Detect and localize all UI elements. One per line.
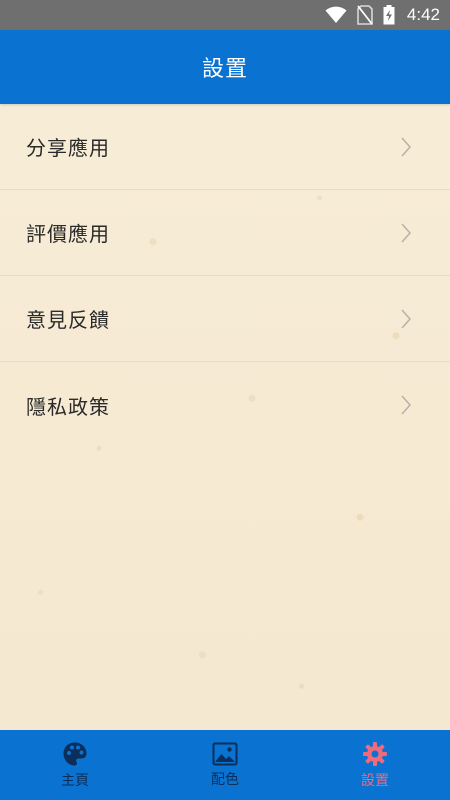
- status-bar: 4:42: [0, 0, 450, 30]
- chevron-right-icon: [400, 136, 412, 158]
- palette-icon: [62, 741, 88, 770]
- status-icons: 4:42: [325, 0, 440, 30]
- tab-label: 設置: [361, 772, 389, 789]
- tab-settings[interactable]: 設置: [300, 730, 450, 800]
- tab-home[interactable]: 主頁: [0, 730, 150, 800]
- page-title: 設置: [201, 57, 248, 82]
- bottom-tab-bar: 主頁 配色 設置: [0, 730, 450, 800]
- settings-item-privacy-policy[interactable]: 隱私政策: [0, 362, 450, 448]
- image-icon: [212, 742, 238, 769]
- settings-item-feedback[interactable]: 意見反饋: [0, 276, 450, 362]
- battery-charging-icon: [383, 5, 395, 25]
- settings-item-label: 隱私政策: [26, 394, 110, 419]
- status-time: 4:42: [406, 5, 440, 24]
- settings-item-label: 評價應用: [26, 222, 110, 246]
- chevron-right-icon: [400, 308, 412, 330]
- no-sim-icon: [357, 5, 373, 25]
- settings-screen: 4:42 設置 分享應用 評價應用 意見反饋 隱私政策 主頁 配色 設置: [0, 0, 450, 800]
- settings-item-rate-app[interactable]: 評價應用: [0, 190, 450, 276]
- tab-label: 主頁: [61, 772, 89, 789]
- chevron-right-icon: [400, 222, 412, 244]
- settings-list: 分享應用 評價應用 意見反饋 隱私政策: [0, 104, 450, 448]
- app-bar: 設置: [0, 30, 450, 104]
- chevron-right-icon: [400, 394, 412, 416]
- wifi-icon: [325, 6, 347, 24]
- settings-item-label: 分享應用: [26, 136, 110, 160]
- settings-item-share-app[interactable]: 分享應用: [0, 104, 450, 190]
- tab-label: 配色: [211, 771, 239, 788]
- settings-item-label: 意見反饋: [26, 308, 110, 332]
- tab-colors[interactable]: 配色: [150, 730, 300, 800]
- gear-icon: [362, 741, 388, 770]
